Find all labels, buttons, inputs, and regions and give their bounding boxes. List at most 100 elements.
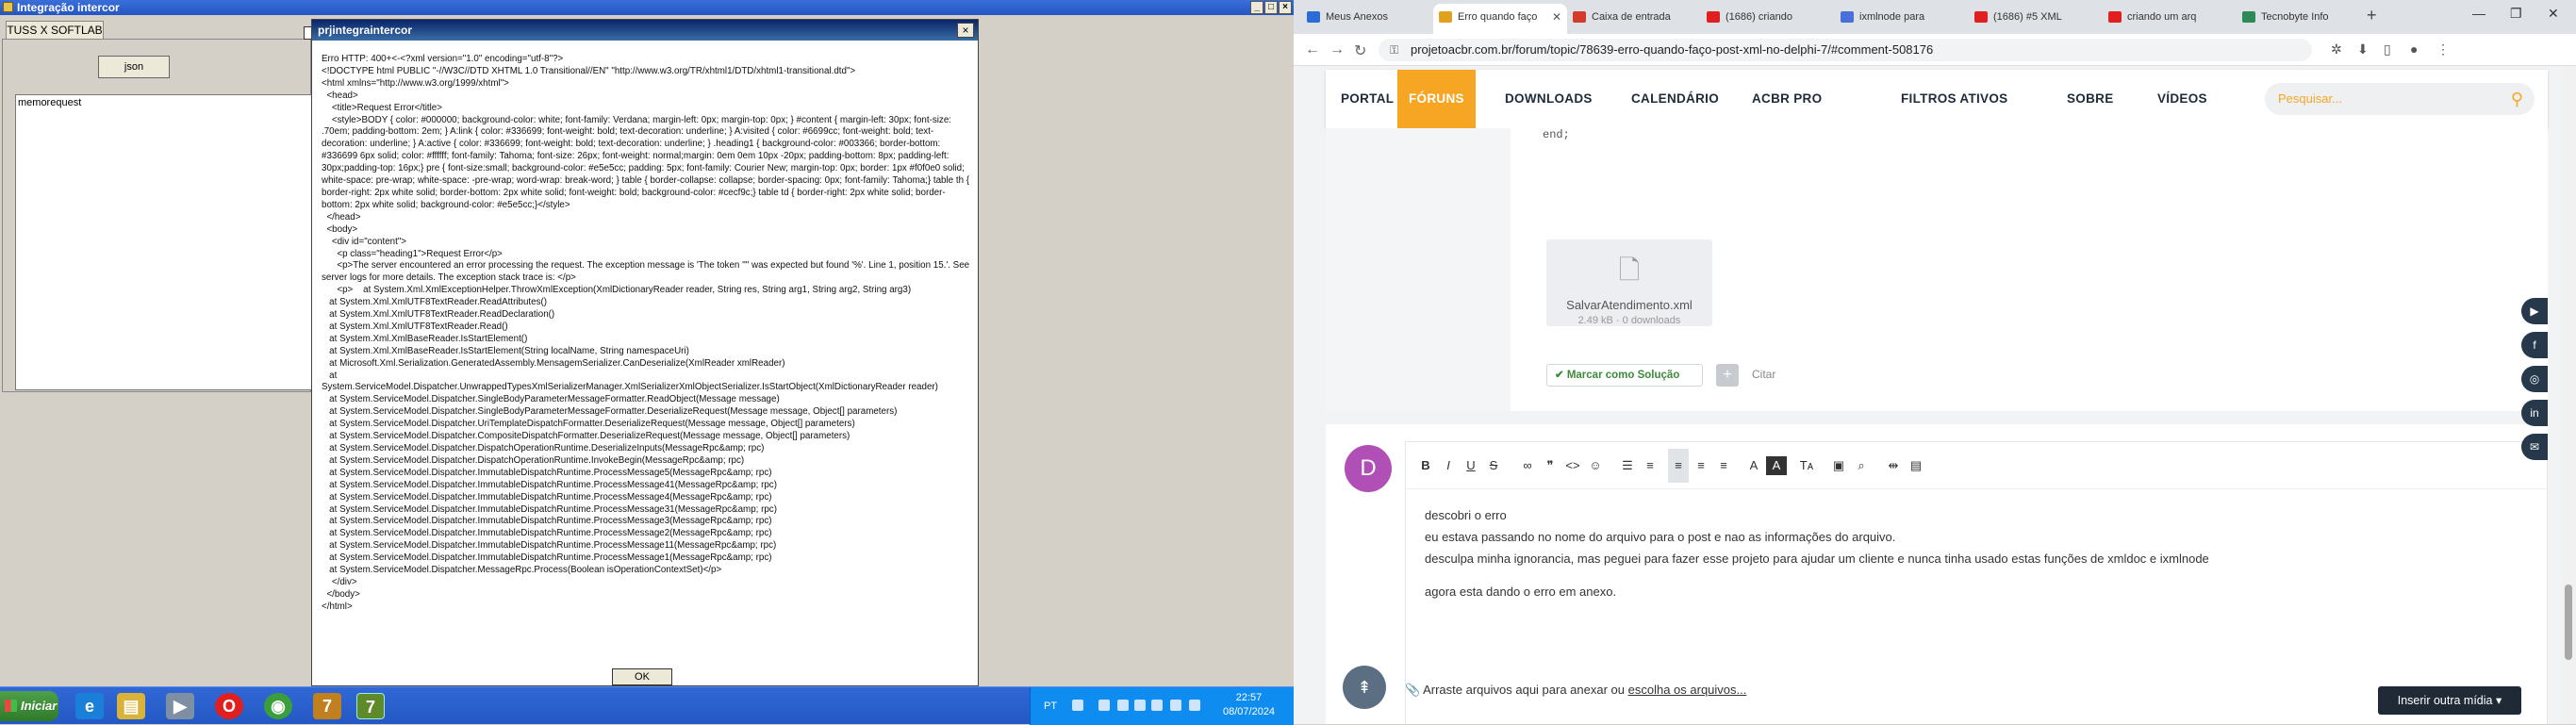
minimize-icon[interactable]: — [2472,6,2485,21]
start-button[interactable]: Iniciar [0,691,58,721]
link-icon[interactable]: ∞ [1517,456,1538,475]
restore-icon[interactable]: ❐ [2510,6,2522,22]
cite-button[interactable]: Citar [1752,368,1775,381]
chrome-icon[interactable]: ◉ [264,693,292,719]
attachment-card[interactable]: 🗋 SalvarAtendimento.xml 2.49 kB · 0 down… [1546,239,1712,326]
font-size-icon[interactable]: Tᴀ [1796,456,1817,475]
numbered-list-icon[interactable]: ≡ [1640,456,1660,475]
memo-request[interactable]: memorequest [15,94,315,390]
opera-icon[interactable]: O [215,693,243,719]
tray-power-icon[interactable] [1189,700,1200,711]
site-info-icon[interactable]: ⚿ [1390,39,1398,61]
plus-icon[interactable]: + [1716,364,1739,387]
reload-icon[interactable]: ↻ [1354,41,1366,60]
browser-tab-7[interactable]: criando um arq [2103,4,2237,34]
code-icon[interactable]: <> [1562,456,1583,475]
tray-network2-icon[interactable] [1134,700,1146,711]
strikethrough-icon[interactable]: S [1483,456,1504,475]
address-bar: ← → ↻ ⚿ projetoacbr.com.br/forum/topic/7… [1294,34,2576,66]
scroll-to-top-icon[interactable]: ⇞ [1343,666,1386,709]
tab-close-icon[interactable]: ✕ [1552,4,1561,30]
tray-app-icon[interactable] [1151,700,1163,711]
site-search-input[interactable]: Pesquisar... ⚲ [2265,83,2535,115]
facebook-icon[interactable]: f [2521,332,2548,358]
tab-tuss-softlab[interactable]: TUSS X SOFTLAB [6,21,104,40]
sidepanel-icon[interactable]: ▯ [2384,41,2391,58]
search-placeholder: Pesquisar... [2278,91,2342,106]
youtube-icon[interactable]: ▶ [2521,298,2548,324]
minimize-button[interactable]: _ [1250,1,1263,14]
email-icon[interactable]: ✉ [2521,434,2548,460]
choose-files-link[interactable]: escolha os arquivos... [1628,683,1747,697]
search-icon[interactable]: ⚲ [2511,83,2523,115]
nav-acbr-pro[interactable]: ACBR PRO [1752,70,1822,128]
menu-icon[interactable]: ⋮ [2436,41,2450,58]
url-field[interactable]: ⚿ projetoacbr.com.br/forum/topic/78639-e… [1379,39,2312,61]
tray-keyboard-icon[interactable] [1072,700,1083,711]
nav-calendar[interactable]: CALENDÁRIO [1631,70,1719,128]
nav-portal[interactable]: PORTAL [1341,70,1394,128]
nav-downloads[interactable]: DOWNLOADS [1505,70,1593,128]
browser-tab-6[interactable]: (1686) #5 XML [1969,4,2103,34]
tab-favicon [1307,11,1320,23]
ok-button[interactable]: OK [612,668,672,685]
bold-icon[interactable]: B [1415,456,1436,475]
editor-toolbar: B I U S ∞ ❞ <> ☺ ☰ ≡ ≡ ≡ ≡ A A Tᴀ ▣ ⌕ ⇹ … [1406,442,2547,489]
back-icon[interactable]: ← [1305,41,1320,58]
scrollbar-thumb[interactable] [2565,585,2572,660]
profile-icon[interactable]: ● [2410,41,2418,57]
underline-icon[interactable]: U [1461,456,1481,475]
close-button[interactable]: × [1279,1,1292,14]
preview-icon[interactable]: ⌕ [1851,456,1872,475]
new-tab-icon[interactable]: + [2367,6,2377,25]
browser-tab-3[interactable]: Caixa de entrada [1567,4,1701,34]
align-right-icon[interactable]: ≡ [1713,456,1734,475]
nav-about[interactable]: SOBRE [2067,70,2114,128]
bullet-list-icon[interactable]: ☰ [1617,456,1638,475]
editor-content[interactable]: descobri o erro eu estava passando no no… [1425,504,2209,602]
extensions-icon[interactable]: ✲ [2331,41,2342,58]
align-center-icon[interactable]: ≡ [1691,456,1711,475]
linkedin-icon[interactable]: in [2521,400,2548,426]
quote-icon[interactable]: ❞ [1540,456,1560,475]
tray-network-icon[interactable] [1117,700,1129,711]
mark-solution-button[interactable]: ✔ Marcar como Solução [1546,364,1703,387]
delphi-active-icon[interactable]: 7 [356,693,385,719]
gif-icon[interactable]: ▣ [1828,456,1849,475]
page-scrollbar[interactable] [2561,66,2576,724]
media-icon[interactable]: ▶ [166,693,194,719]
folder-icon[interactable]: ▤ [117,693,145,719]
ie-icon[interactable]: e [75,693,104,719]
align-left-icon[interactable]: ≡ [1668,449,1689,483]
instagram-icon[interactable]: ◎ [2521,366,2548,392]
download-icon[interactable]: ⬇ [2357,41,2369,58]
tray-volume-icon[interactable] [1170,700,1181,711]
text-color-icon[interactable]: A [1743,456,1764,475]
browser-tab-8[interactable]: Tecnobyte Info [2237,4,2365,34]
insert-media-button[interactable]: Inserir outra mídia ▾ [2378,686,2521,715]
emoji-icon[interactable]: ☺ [1585,456,1606,475]
forward-icon[interactable]: → [1329,41,1345,58]
maximize-button[interactable]: □ [1264,1,1278,14]
attach-dropzone[interactable]: 📎 Arraste arquivos aqui para anexar ou e… [1405,683,1746,698]
browser-tab-1[interactable]: Meus Anexos [1301,4,1441,34]
language-indicator[interactable]: PT [1044,700,1057,712]
dialog-close-button[interactable]: × [957,23,974,38]
browser-tab-active[interactable]: Erro quando faço ✕ [1433,4,1567,34]
source-icon[interactable]: ⇹ [1883,456,1904,475]
browser-tab-5[interactable]: ixmlnode para [1835,4,1969,34]
browser-tab-4[interactable]: (1686) criando [1701,4,1835,34]
rich-text-editor[interactable]: B I U S ∞ ❞ <> ☺ ☰ ≡ ≡ ≡ ≡ A A Tᴀ ▣ ⌕ ⇹ … [1405,441,2548,724]
delphi-icon[interactable]: 7 [313,693,341,719]
json-button[interactable]: json [98,56,170,78]
paste-icon[interactable]: ▤ [1906,456,1926,475]
background-color-icon[interactable]: A [1766,456,1787,475]
clock-date: 08/07/2024 [1223,706,1276,717]
tray-up-icon[interactable] [1098,700,1110,711]
clock[interactable]: 22:57 08/07/2024 [1223,691,1275,719]
nav-forums[interactable]: FÓRUNS [1397,70,1476,128]
italic-icon[interactable]: I [1438,456,1459,475]
close-icon[interactable]: ✕ [2548,6,2559,22]
nav-videos[interactable]: VÍDEOS [2157,70,2207,128]
nav-filters[interactable]: FILTROS ATIVOS [1901,70,2007,128]
